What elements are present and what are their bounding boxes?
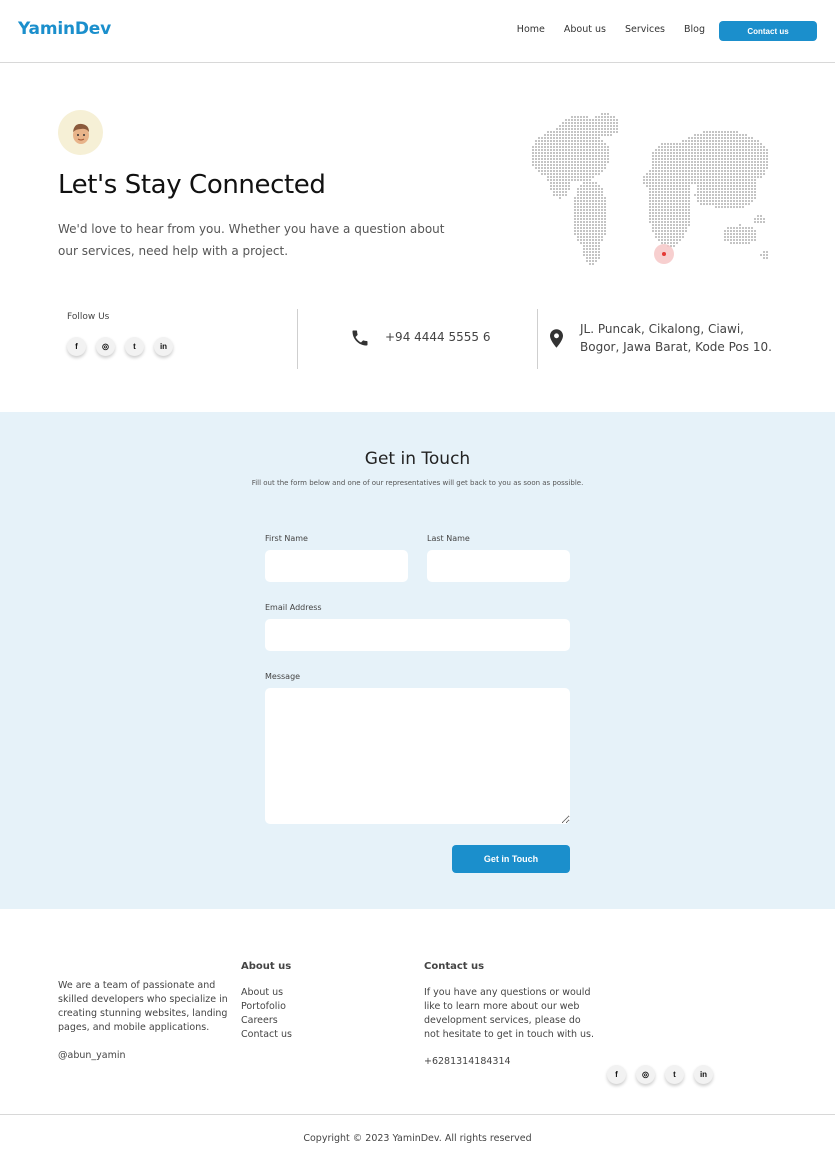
contact-us-button[interactable]: Contact us xyxy=(719,21,817,41)
main-nav: Home About us Services Blog xyxy=(517,24,705,35)
footer-contact-text: If you have any questions or would like … xyxy=(424,987,595,1040)
nav-about-us[interactable]: About us xyxy=(564,24,606,35)
hero-social-links: f ◎ t in xyxy=(67,337,173,356)
get-in-touch-button[interactable]: Get in Touch xyxy=(452,845,570,873)
phone-icon xyxy=(352,330,368,346)
instagram-icon[interactable]: ◎ xyxy=(636,1065,655,1084)
instagram-icon[interactable]: ◎ xyxy=(96,337,115,356)
footer-link-portfolio[interactable]: Portofolio xyxy=(241,1000,292,1014)
footer-phone: +6281314184314 xyxy=(424,1056,511,1067)
email-input[interactable] xyxy=(265,619,570,651)
footer-link-about-us[interactable]: About us xyxy=(241,986,292,1000)
address: JL. Puncak, Cikalong, Ciawi, Bogor, Jawa… xyxy=(580,322,772,354)
memoji-icon xyxy=(72,123,89,144)
footer-about-text: We are a team of passionate and skilled … xyxy=(58,980,228,1033)
location-pin-icon xyxy=(550,329,563,348)
message-textarea[interactable] xyxy=(265,688,570,824)
contact-form-section: Get in Touch Fill out the form below and… xyxy=(0,412,835,909)
location-marker xyxy=(662,252,666,256)
nav-services[interactable]: Services xyxy=(625,24,665,35)
twitter-icon[interactable]: t xyxy=(665,1065,684,1084)
footer-link-careers[interactable]: Careers xyxy=(241,1014,292,1028)
nav-home[interactable]: Home xyxy=(517,24,545,35)
site-header: YaminDev Home About us Services Blog Con… xyxy=(0,0,835,63)
footer-links: About us Portofolio Careers Contact us xyxy=(241,986,292,1042)
footer-handle: @abun_yamin xyxy=(58,1050,126,1061)
footer-about-heading: About us xyxy=(241,961,292,972)
facebook-icon[interactable]: f xyxy=(607,1065,626,1084)
footer-link-contact-us[interactable]: Contact us xyxy=(241,1028,292,1042)
linkedin-icon[interactable]: in xyxy=(694,1065,713,1084)
hero-description: We'd love to hear from you. Whether you … xyxy=(58,222,445,258)
form-subtitle: Fill out the form below and one of our r… xyxy=(251,479,584,487)
twitter-icon[interactable]: t xyxy=(125,337,144,356)
email-label: Email Address xyxy=(265,603,322,612)
world-map xyxy=(532,113,768,265)
follow-us-label: Follow Us xyxy=(67,312,110,322)
last-name-input[interactable] xyxy=(427,550,570,582)
brand-logo[interactable]: YaminDev xyxy=(18,19,111,39)
phone-number: +94 4444 5555 6 xyxy=(385,330,491,344)
avatar xyxy=(58,110,103,155)
facebook-icon[interactable]: f xyxy=(67,337,86,356)
message-label: Message xyxy=(265,672,301,681)
footer-contact-heading: Contact us xyxy=(424,961,485,972)
first-name-input[interactable] xyxy=(265,550,408,582)
divider xyxy=(297,309,298,369)
footer-social-links: f ◎ t in xyxy=(607,1065,713,1084)
divider xyxy=(537,309,538,369)
nav-blog[interactable]: Blog xyxy=(684,24,705,35)
copyright: Copyright © 2023 YaminDev. All rights re… xyxy=(303,1133,532,1144)
page-title: Let's Stay Connected xyxy=(58,170,326,200)
footer-divider xyxy=(0,1114,835,1115)
last-name-label: Last Name xyxy=(427,534,470,543)
linkedin-icon[interactable]: in xyxy=(154,337,173,356)
form-title: Get in Touch xyxy=(364,449,471,469)
first-name-label: First Name xyxy=(265,534,308,543)
